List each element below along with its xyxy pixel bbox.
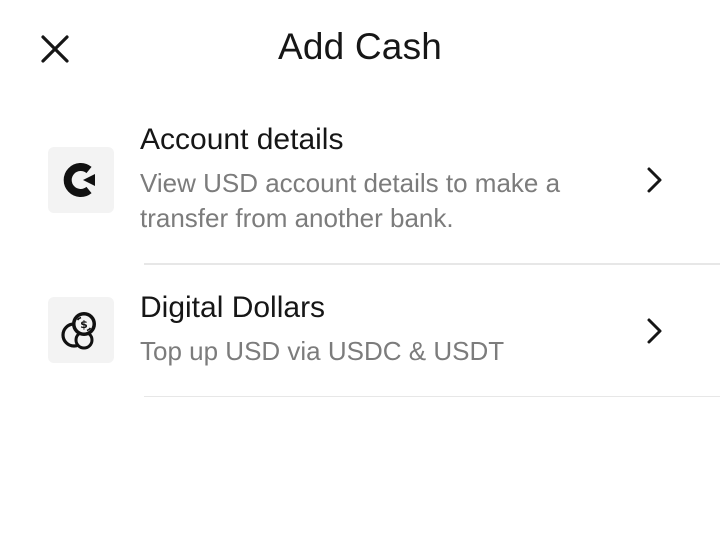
add-cash-screen: Add Cash Account details View USD accoun… <box>0 0 720 547</box>
divider <box>144 396 720 397</box>
account-icon-box <box>48 147 114 213</box>
digital-icon-box: $ <box>48 297 114 363</box>
svg-text:$: $ <box>80 318 88 331</box>
header: Add Cash <box>0 0 720 100</box>
option-description: Top up USD via USDC & USDT <box>140 336 505 366</box>
option-account-details[interactable]: Account details View USD account details… <box>0 110 720 264</box>
page-title: Add Cash <box>277 26 443 67</box>
bank-logo-icon <box>63 163 95 197</box>
option-digital-dollars[interactable]: $ Digital Dollars Top up USD via USDC & … <box>0 265 720 397</box>
option-description: View USD account details to make a trans… <box>140 168 561 233</box>
chevron-right-icon <box>640 162 668 198</box>
chevron-right-icon <box>640 313 668 349</box>
option-title: Digital Dollars <box>140 291 326 324</box>
coins-icon: $ <box>61 312 96 350</box>
option-title: Account details <box>140 123 344 156</box>
